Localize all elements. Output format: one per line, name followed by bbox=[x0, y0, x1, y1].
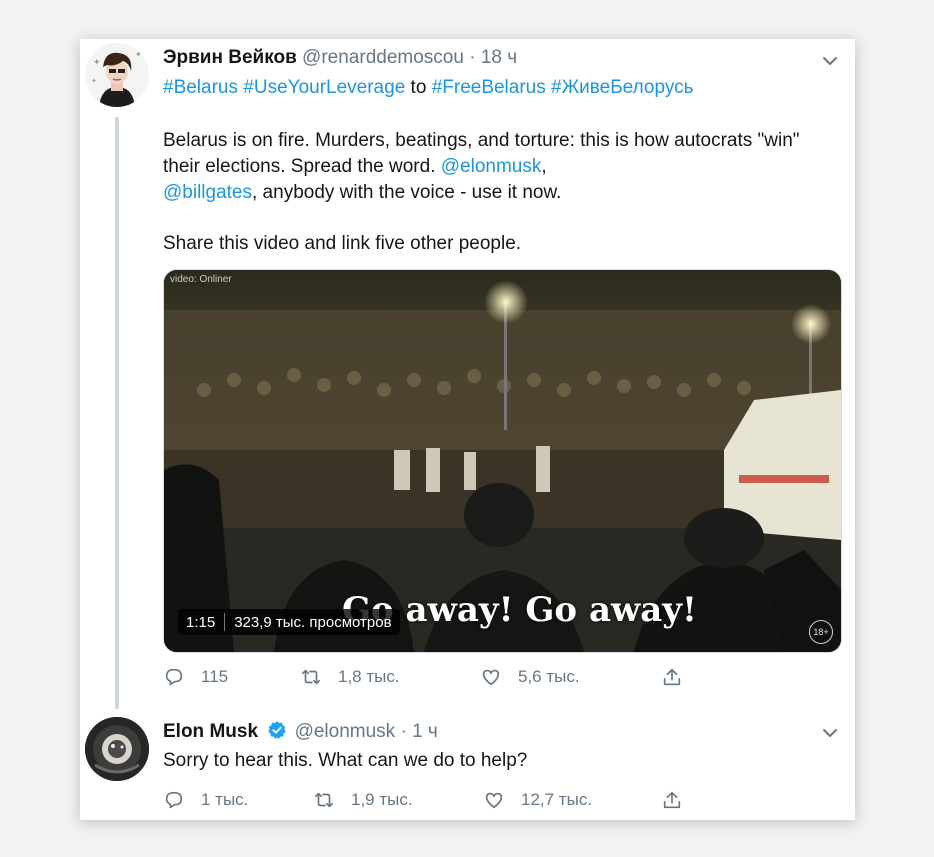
author-name[interactable]: Эрвин Вейков bbox=[163, 47, 297, 68]
video-info-pill: 1:15 323,9 тыс. просмотров bbox=[178, 609, 400, 635]
retweet-button[interactable]: 1,9 тыс. bbox=[313, 789, 413, 811]
tweet-card: ✦ ✦ ✦ Эрвин Вейков @renarddemoscou · 18 … bbox=[80, 39, 855, 820]
reply-body: Sorry to hear this. What can we do to he… bbox=[163, 750, 528, 771]
video-duration: 1:15 bbox=[186, 613, 216, 631]
reply-author-name[interactable]: Elon Musk bbox=[163, 721, 258, 742]
share-icon bbox=[663, 668, 681, 686]
reply-time[interactable]: 1 ч bbox=[412, 721, 438, 742]
share-button[interactable] bbox=[661, 789, 699, 811]
chevron-down-icon[interactable] bbox=[820, 723, 840, 743]
body-comma: , bbox=[541, 156, 547, 177]
pill-divider bbox=[224, 613, 226, 631]
body-text-2: , anybody with the voice - use it now. bbox=[252, 182, 562, 203]
video-player[interactable]: video: Onliner Go away! Go away! 1:15 32… bbox=[163, 269, 842, 653]
avatar[interactable] bbox=[85, 717, 149, 781]
like-count: 5,6 тыс. bbox=[518, 667, 580, 686]
tweet-body: Belarus is on fire. Murders, beatings, a… bbox=[163, 128, 803, 206]
connector-word: to bbox=[410, 77, 427, 98]
thread-connector bbox=[115, 117, 119, 709]
hashtag-zhivebelorus[interactable]: #ЖивеБелорусь bbox=[551, 77, 693, 98]
video-views: 323,9 тыс. просмотров bbox=[234, 613, 392, 631]
reply-action-bar: 1 тыс. 1,9 тыс. 12,7 тыс. bbox=[163, 789, 723, 813]
svg-text:✦: ✦ bbox=[93, 57, 101, 67]
avatar[interactable]: ✦ ✦ ✦ bbox=[85, 43, 149, 107]
retweet-icon bbox=[314, 792, 334, 808]
heart-icon bbox=[485, 792, 503, 809]
retweet-count: 1,9 тыс. bbox=[351, 790, 413, 809]
retweet-count: 1,8 тыс. bbox=[338, 667, 400, 686]
hashtag-line: #Belarus #UseYourLeverage to #FreeBelaru… bbox=[163, 75, 694, 101]
reply-icon bbox=[165, 668, 183, 686]
mention-elonmusk[interactable]: @elonmusk bbox=[441, 156, 542, 177]
like-button[interactable]: 5,6 тыс. bbox=[480, 666, 580, 688]
retweet-icon bbox=[301, 669, 321, 685]
like-count: 12,7 тыс. bbox=[521, 790, 593, 809]
reply-button[interactable]: 115 bbox=[163, 666, 228, 688]
age-rating-badge: 18+ bbox=[809, 620, 833, 644]
mention-billgates[interactable]: @billgates bbox=[163, 182, 252, 203]
reply-button[interactable]: 1 тыс. bbox=[163, 789, 248, 811]
hashtag-freebelarus[interactable]: #FreeBelarus bbox=[432, 77, 546, 98]
svg-text:✦: ✦ bbox=[135, 50, 142, 59]
svg-text:✦: ✦ bbox=[91, 77, 97, 85]
reply-icon bbox=[165, 791, 183, 809]
reply-header: Elon Musk @elonmusk · 1 ч bbox=[163, 720, 438, 743]
dot-separator: · bbox=[400, 721, 407, 742]
like-button[interactable]: 12,7 тыс. bbox=[483, 789, 592, 811]
reply-count: 115 bbox=[201, 667, 229, 686]
retweet-button[interactable]: 1,8 тыс. bbox=[300, 666, 400, 688]
chevron-down-icon[interactable] bbox=[820, 51, 840, 71]
video-watermark: video: Onliner bbox=[170, 274, 232, 285]
author-handle[interactable]: @renarddemoscou bbox=[302, 47, 464, 68]
reply-count: 1 тыс. bbox=[201, 790, 249, 809]
heart-icon bbox=[482, 669, 500, 686]
tweet-action-bar: 115 1,8 тыс. 5,6 тыс. bbox=[163, 666, 723, 690]
dot-separator: · bbox=[469, 47, 476, 68]
share-button[interactable] bbox=[661, 666, 699, 688]
hashtag-belarus[interactable]: #Belarus bbox=[163, 77, 238, 98]
tweet-header: Эрвин Вейков @renarddemoscou · 18 ч bbox=[163, 47, 517, 69]
verified-badge-icon bbox=[268, 721, 286, 739]
share-icon bbox=[663, 791, 681, 809]
hashtag-useyourleverage[interactable]: #UseYourLeverage bbox=[243, 77, 405, 98]
reply-handle[interactable]: @elonmusk bbox=[295, 721, 396, 742]
share-line: Share this video and link five other peo… bbox=[163, 233, 522, 254]
tweet-time[interactable]: 18 ч bbox=[481, 47, 517, 68]
